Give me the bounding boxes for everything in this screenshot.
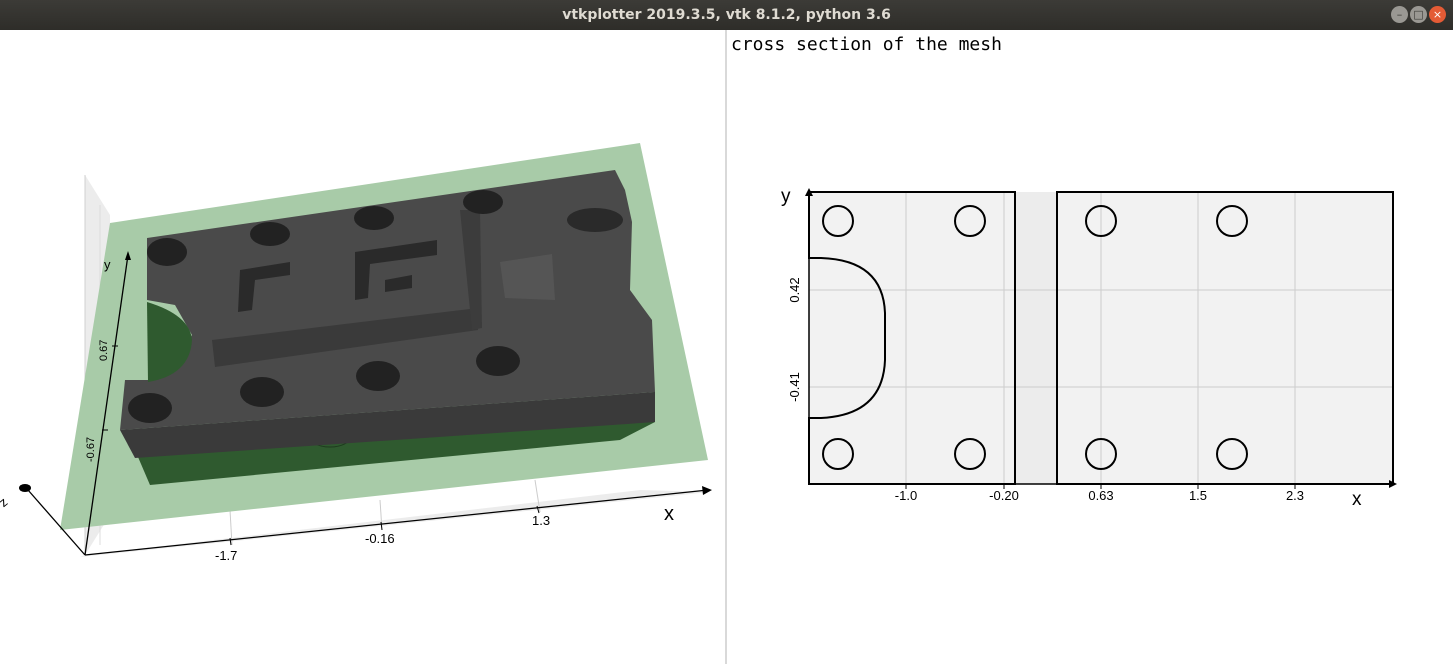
x-tick-label: -0.16 xyxy=(365,531,395,546)
z-axis-title: z xyxy=(0,494,10,510)
x-tick-label: -1.0 xyxy=(895,488,917,503)
x-tick-label: 1.3 xyxy=(532,513,550,528)
view-caption: cross section of the mesh xyxy=(731,34,1002,55)
y-axis-title: y xyxy=(781,186,791,207)
maximize-icon: □ xyxy=(1413,8,1424,21)
close-icon: × xyxy=(1432,8,1443,21)
3d-render-canvas[interactable]: -1.7 -0.16 1.3 -0.67 0.67 x y z xyxy=(0,30,725,664)
y-axis-title: y xyxy=(104,257,111,272)
hole xyxy=(147,238,187,266)
y-tick-label: -0.67 xyxy=(85,437,97,462)
hole xyxy=(354,206,394,230)
z-axis-marker xyxy=(19,484,31,492)
hole xyxy=(240,377,284,407)
cross-section-pane[interactable]: cross section of the mesh -1.0 -0.20 0.6… xyxy=(727,30,1453,664)
window-title: vtkplotter 2019.3.5, vtk 8.1.2, python 3… xyxy=(562,7,891,23)
x-tick-label: 1.5 xyxy=(1189,488,1207,503)
x-tick-label: -1.7 xyxy=(215,548,237,563)
hole xyxy=(250,222,290,246)
hole xyxy=(476,346,520,376)
x-axis-arrow xyxy=(702,486,712,495)
cross-section-canvas[interactable]: -1.0 -0.20 0.63 1.5 2.3 0.42 -0.41 x y xyxy=(727,30,1453,664)
gap-region xyxy=(1015,192,1057,484)
x-tick-label: -0.20 xyxy=(989,488,1019,503)
mesh-top-face xyxy=(120,170,655,430)
close-button[interactable]: × xyxy=(1429,6,1446,23)
minimize-button[interactable]: – xyxy=(1391,6,1408,23)
maximize-button[interactable]: □ xyxy=(1410,6,1427,23)
hole xyxy=(356,361,400,391)
x-tick-label: 0.63 xyxy=(1088,488,1113,503)
y-tick-label: 0.42 xyxy=(787,277,802,302)
3d-view-pane[interactable]: -1.7 -0.16 1.3 -0.67 0.67 x y z xyxy=(0,30,725,664)
x-axis-title: x xyxy=(1352,489,1362,510)
title-bar: vtkplotter 2019.3.5, vtk 8.1.2, python 3… xyxy=(0,0,1453,30)
y-tick-label: 0.67 xyxy=(98,340,110,361)
hole xyxy=(128,393,172,423)
x-axis-title: x xyxy=(664,503,674,525)
minimize-icon: – xyxy=(1396,8,1403,21)
hole xyxy=(567,208,623,232)
slot-cutout xyxy=(500,254,555,300)
y-tick-label: -0.41 xyxy=(787,372,802,402)
hole xyxy=(463,190,503,214)
x-tick-label: 2.3 xyxy=(1286,488,1304,503)
